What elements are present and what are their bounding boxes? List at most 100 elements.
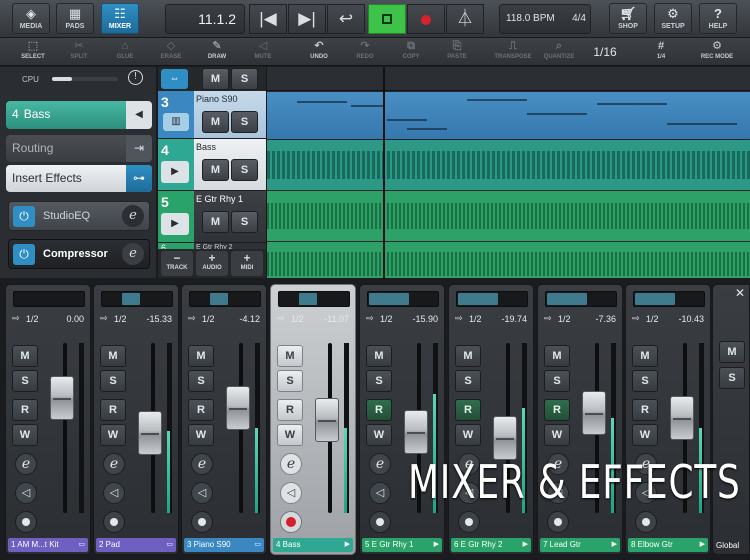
edit-channel-icon[interactable]: e: [369, 453, 391, 475]
record-arm-icon[interactable]: [191, 511, 213, 533]
solo-button[interactable]: S: [12, 370, 38, 392]
insert-slot[interactable]: [189, 291, 261, 307]
position-display[interactable]: 11.1.2: [165, 4, 245, 34]
global-mute-button[interactable]: M: [719, 341, 745, 363]
close-icon[interactable]: ✕: [735, 286, 745, 300]
speaker-icon[interactable]: ◁: [103, 482, 125, 504]
quantize-button[interactable]: ⌕ QUANTIZE: [536, 39, 582, 65]
io-bar[interactable]: ⇨ 1/2 -15.33: [100, 313, 174, 327]
io-bar[interactable]: ⇨ 1/2 -10.43: [632, 313, 706, 327]
fx-1-edit-icon[interactable]: e: [122, 205, 144, 227]
read-automation-button[interactable]: R: [544, 399, 570, 421]
lane-egtr-rhy-1[interactable]: [267, 191, 750, 241]
record-arm-icon[interactable]: [635, 511, 657, 533]
io-bar[interactable]: ⇨ 1/2 -7.36: [544, 313, 618, 327]
insert-slot[interactable]: [367, 291, 439, 307]
fader-track[interactable]: [63, 343, 67, 513]
insert-effects-button[interactable]: Insert Effects ⊶: [6, 165, 152, 192]
read-automation-button[interactable]: R: [366, 399, 392, 421]
track-3-mute-button[interactable]: M: [202, 111, 229, 133]
channel-strip[interactable]: ⇨ 1/2 -10.43 M S R We ◁ 8 Elbow Gtr ▶: [625, 284, 711, 555]
quantize-value[interactable]: 1/16: [582, 39, 628, 65]
mute-button[interactable]: M: [100, 345, 126, 367]
help-button[interactable]: ? HELP: [699, 3, 737, 34]
lane-bass[interactable]: [267, 140, 750, 190]
write-automation-button[interactable]: W: [12, 424, 38, 446]
channel-name-bar[interactable]: 4 Bass ▶: [273, 538, 353, 552]
redo-button[interactable]: ↷ REDO: [342, 39, 388, 65]
track-header-4[interactable]: 4 Bass ▶ M S: [158, 139, 266, 191]
mute-tool[interactable]: ◁ MUTE: [240, 39, 286, 65]
channel-strip[interactable]: ⇨ 1/2 -15.90 M S R We ◁ 5 E Gtr Rhy 1 ▶: [359, 284, 445, 555]
track-5-mute-button[interactable]: M: [202, 211, 229, 233]
volume-fader[interactable]: [582, 390, 606, 435]
channel-name-bar[interactable]: 5 E Gtr Rhy 1 ▶: [362, 538, 442, 552]
insert-slot[interactable]: [101, 291, 173, 307]
insert-slot[interactable]: [278, 291, 350, 307]
volume-fader[interactable]: [670, 395, 694, 440]
insert-slot[interactable]: [13, 291, 85, 307]
record-button[interactable]: [407, 4, 445, 34]
speaker-icon[interactable]: ◁: [191, 482, 213, 504]
playhead[interactable]: [383, 67, 385, 278]
solo-button[interactable]: S: [188, 370, 214, 392]
select-tool[interactable]: ⬚ SELECT: [10, 39, 56, 65]
transpose-button[interactable]: ⎍ TRANSPOSE: [490, 39, 536, 65]
volume-fader[interactable]: [50, 375, 74, 420]
write-automation-button[interactable]: W: [455, 424, 481, 446]
lane-piano[interactable]: [267, 92, 750, 139]
channel-strip[interactable]: ⇨ 1/2 0.00 M S R We ◁ 1 AM M...t Kit ▭: [5, 284, 91, 555]
write-automation-button[interactable]: W: [188, 424, 214, 446]
channel-name-bar[interactable]: 6 E Gtr Rhy 2 ▶: [451, 538, 531, 552]
fx-2-edit-icon[interactable]: e: [122, 243, 144, 265]
insert-slot[interactable]: [633, 291, 705, 307]
channel-strip[interactable]: ⇨ 1/2 -11.07 M S R We ◁ 4 Bass ▶: [270, 284, 356, 555]
metronome-button[interactable]: ⏃: [446, 4, 484, 34]
read-automation-button[interactable]: R: [100, 399, 126, 421]
read-automation-button[interactable]: R: [188, 399, 214, 421]
volume-fader[interactable]: [138, 411, 162, 456]
channel-name-bar[interactable]: 1 AM M...t Kit ▭: [8, 538, 88, 552]
go-to-start-button[interactable]: |◀: [249, 4, 287, 34]
track-header-3[interactable]: 3 Piano S90 ▥ M S: [158, 91, 266, 139]
read-automation-button[interactable]: R: [455, 399, 481, 421]
channel-name-bar[interactable]: 7 Lead Gtr ▶: [540, 538, 620, 552]
paste-button[interactable]: ⎘ PASTE: [434, 39, 480, 65]
channel-name-bar[interactable]: 3 Piano S90 ▭: [184, 538, 264, 552]
mute-button[interactable]: M: [544, 345, 570, 367]
go-to-end-button[interactable]: ▶|: [288, 4, 326, 34]
cycle-button[interactable]: ↩: [327, 4, 365, 34]
track-4-solo-button[interactable]: S: [231, 159, 258, 181]
solo-button[interactable]: S: [544, 370, 570, 392]
track-5-solo-button[interactable]: S: [231, 211, 258, 233]
draw-tool[interactable]: ✎ DRAW: [194, 39, 240, 65]
channel-name-bar[interactable]: 2 Pad ▭: [96, 538, 176, 552]
fx-slot-1[interactable]: ⏻ StudioEQ e: [8, 201, 150, 231]
read-automation-button[interactable]: R: [12, 399, 38, 421]
insert-slot[interactable]: [545, 291, 617, 307]
lane-egtr-rhy-2[interactable]: [267, 242, 750, 278]
io-bar[interactable]: ⇨ 1/2 -15.90: [366, 313, 440, 327]
volume-fader[interactable]: [226, 385, 250, 430]
add-track-button[interactable]: − TRACK: [161, 251, 193, 276]
channel-strip[interactable]: ⇨ 1/2 -4.12 M S R We ◁ 3 Piano S90 ▭: [181, 284, 267, 555]
solo-button[interactable]: S: [455, 370, 481, 392]
selected-track-button[interactable]: 4 Bass ◀: [6, 101, 152, 129]
write-automation-button[interactable]: W: [277, 424, 303, 446]
stop-button[interactable]: [368, 4, 406, 34]
setup-button[interactable]: ⚙ SETUP: [654, 3, 692, 34]
write-automation-button[interactable]: W: [544, 424, 570, 446]
track-4-mute-button[interactable]: M: [202, 159, 229, 181]
channel-strip[interactable]: ⇨ 1/2 -19.74 M S R We ◁ 6 E Gtr Rhy 2 ▶: [448, 284, 534, 555]
global-solo-button[interactable]: S: [719, 367, 745, 389]
solo-button[interactable]: S: [632, 370, 658, 392]
io-bar[interactable]: ⇨ 1/2 -4.12: [188, 313, 262, 327]
mute-button[interactable]: M: [12, 345, 38, 367]
record-arm-icon[interactable]: [103, 511, 125, 533]
mixer-button[interactable]: ☷ MIXER: [101, 3, 139, 34]
channel-strip[interactable]: ⇨ 1/2 -15.33 M S R We ◁ 2 Pad ▭: [93, 284, 179, 555]
io-bar[interactable]: ⇨ 1/2 -11.07: [277, 313, 351, 327]
volume-fader[interactable]: [404, 409, 428, 454]
io-bar[interactable]: ⇨ 1/2 0.00: [12, 313, 86, 327]
read-automation-button[interactable]: R: [632, 399, 658, 421]
